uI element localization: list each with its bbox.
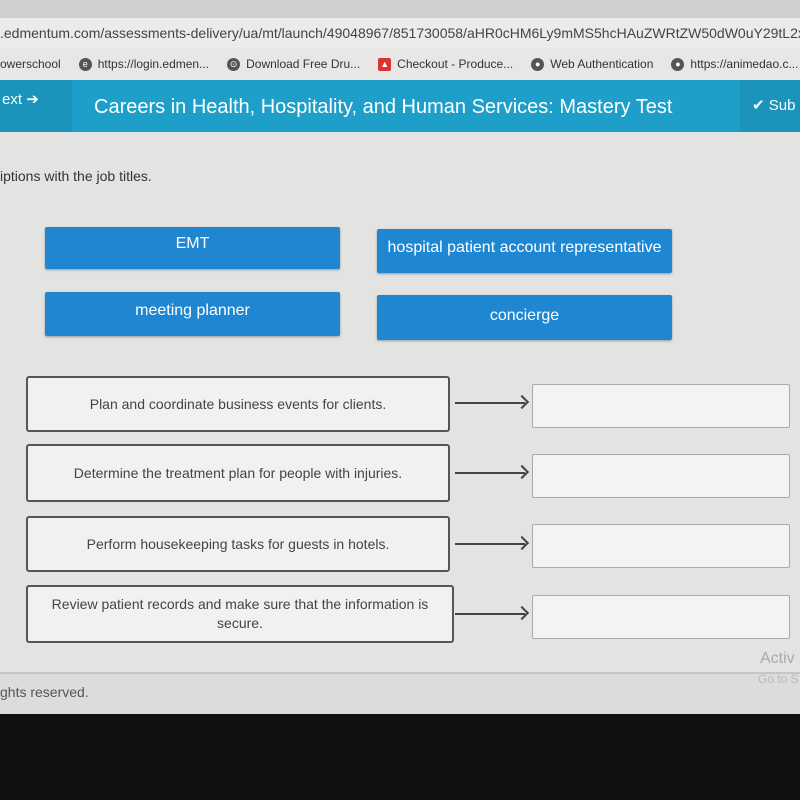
bookmark[interactable]: ⊙ Download Free Dru...: [227, 57, 360, 71]
question-area: iptions with the job titles. EMT hospita…: [0, 132, 800, 672]
arrow-right-icon: ➔: [26, 91, 39, 108]
description-2: Determine the treatment plan for people …: [26, 444, 450, 502]
drop-target-1[interactable]: [532, 384, 790, 428]
bookmark[interactable]: owerschool: [0, 57, 61, 71]
drop-target-2[interactable]: [532, 454, 790, 498]
drop-target-3[interactable]: [532, 524, 790, 568]
tile-concierge[interactable]: concierge: [377, 295, 672, 340]
store-icon: ▲: [378, 57, 392, 71]
bookmark[interactable]: e https://login.edmen...: [78, 57, 210, 71]
bookmark-label: owerschool: [0, 57, 61, 71]
drop-target-4[interactable]: [532, 595, 790, 639]
activation-watermark-sub: Go to S: [758, 672, 799, 686]
bookmark-label: https://login.edmen...: [97, 57, 210, 71]
bookmark[interactable]: ● https://animedao.c...: [671, 57, 798, 71]
submit-label: Sub: [768, 97, 796, 114]
check-circle-icon: ✔: [752, 97, 765, 114]
next-button[interactable]: ext ➔: [0, 80, 72, 132]
browser-top: [0, 0, 800, 18]
globe-icon: ●: [671, 57, 685, 71]
next-label: ext: [2, 91, 23, 108]
arrow-icon: [455, 543, 525, 545]
footer: ghts reserved.: [0, 672, 800, 716]
copyright: ghts reserved.: [0, 684, 89, 700]
monitor-bezel: [0, 714, 800, 800]
bookmark-label: https://animedao.c...: [690, 57, 799, 71]
bookmark[interactable]: ▲ Checkout - Produce...: [378, 57, 513, 71]
bookmark[interactable]: ● Web Authentication: [531, 57, 653, 71]
description-1: Plan and coordinate business events for …: [26, 376, 450, 432]
globe-icon: ●: [531, 57, 545, 71]
arrow-icon: [455, 472, 525, 474]
bookmark-label: Checkout - Produce...: [397, 57, 514, 71]
bookmark-label: Download Free Dru...: [246, 57, 361, 71]
description-3: Perform housekeeping tasks for guests in…: [26, 516, 450, 572]
tile-meeting-planner[interactable]: meeting planner: [45, 292, 340, 336]
tile-emt[interactable]: EMT: [45, 227, 340, 269]
test-header: ext ➔ Careers in Health, Hospitality, an…: [0, 80, 800, 132]
arrow-icon: [455, 402, 525, 404]
description-4: Review patient records and make sure tha…: [26, 585, 454, 643]
activation-watermark: Activ: [760, 650, 795, 667]
submit-button[interactable]: ✔ Sub: [740, 80, 800, 132]
edge-icon: e: [78, 57, 92, 71]
bookmark-label: Web Authentication: [550, 57, 654, 71]
address-bar[interactable]: .edmentum.com/assessments-delivery/ua/mt…: [0, 18, 800, 48]
tile-hospital-patient-account-representative[interactable]: hospital patient account representative: [377, 229, 672, 273]
arrow-icon: [455, 613, 525, 615]
page-title: Careers in Health, Hospitality, and Huma…: [94, 96, 673, 118]
bookmarks-bar: owerschool e https://login.edmen... ⊙ Down…: [0, 48, 800, 80]
site-icon: ⊙: [227, 57, 241, 71]
instructions: iptions with the job titles.: [0, 168, 152, 184]
